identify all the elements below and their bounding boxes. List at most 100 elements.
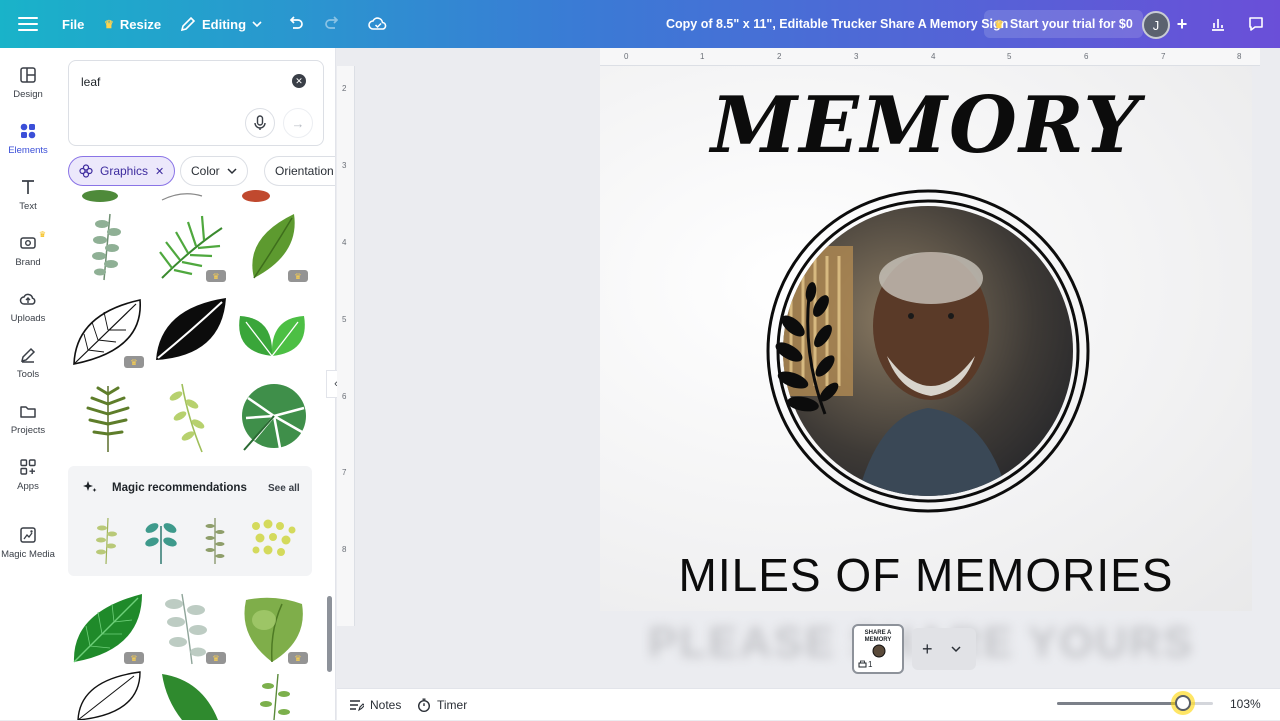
portrait-photo [783,206,1073,496]
search-input[interactable] [81,73,281,91]
add-page-button[interactable]: + [912,628,976,670]
result-item[interactable] [200,514,230,566]
search-box: ✕ → [68,60,324,146]
result-item[interactable] [90,514,124,566]
result-item[interactable] [142,514,180,566]
cloud-upload-icon [19,293,36,305]
rail-item-apps[interactable]: Apps [0,450,56,500]
rail-item-projects[interactable]: Projects [0,394,56,444]
bottom-bar: Notes Timer 103% [337,688,1280,720]
undo-icon [289,16,303,29]
crown-icon: ♛ [994,18,1004,31]
light-green-sprig-icon [169,383,205,453]
result-item[interactable]: ♛ [152,590,228,666]
voice-search-button[interactable] [245,108,275,138]
result-item[interactable]: ♛ [234,208,310,284]
submit-search-button[interactable]: → [283,108,313,138]
document-title[interactable]: Copy of 8.5" x 11", Editable Trucker Sha… [666,0,1008,48]
result-item[interactable]: ♛ [70,590,146,666]
result-item[interactable]: ♛ [152,208,228,284]
design-page[interactable]: MEMORY MILES OF MEMORIES [600,66,1252,611]
arrow-right-icon: → [291,115,305,131]
result-item[interactable] [152,378,228,454]
rail-item-design[interactable]: Design [0,58,56,108]
search-results: ♛ ♛ ♛ Magic recommendations See all ♛ ♛ … [56,190,335,720]
result-item[interactable] [152,670,228,720]
result-item[interactable] [234,160,310,202]
result-item[interactable] [70,160,146,202]
page-subtitle[interactable]: MILES OF MEMORIES [600,548,1252,602]
sparkle-icon [83,481,97,492]
resize-button[interactable]: ♛ Resize [104,0,161,48]
start-trial-button[interactable]: ♛ Start your trial for $0 [984,10,1143,38]
page-title[interactable]: MEMORY [600,80,1252,171]
see-all-link[interactable]: See all [268,483,300,494]
result-item[interactable] [152,294,228,370]
zoom-slider-handle[interactable] [1175,695,1191,711]
zoom-slider-fill [1057,702,1183,705]
text-icon [22,180,34,194]
rail-item-magic-media[interactable]: Magic Media [0,518,56,568]
result-item[interactable] [234,670,310,720]
rail-item-elements[interactable]: Elements [0,114,56,164]
magic-media-icon [20,527,36,543]
result-item[interactable] [70,208,146,284]
result-item[interactable] [234,294,310,370]
result-item[interactable]: ♛ [70,294,146,370]
premium-badge: ♛ [206,270,226,282]
plus-icon: + [1176,13,1188,34]
menu-icon[interactable] [18,14,38,34]
result-item[interactable] [70,378,146,454]
left-rail: Design Elements Text ♛ Brand Uploads Too… [0,48,56,720]
premium-badge: ♛ [288,270,308,282]
result-item[interactable]: ♛ [234,590,310,666]
pencil-icon [180,16,196,32]
avatar[interactable]: J [1142,11,1170,39]
timer-button[interactable]: Timer [417,689,467,721]
elements-panel: ✕ → Graphics ✕ Color Orientation ♛ [56,48,336,720]
photo-frame[interactable] [763,186,1093,516]
ruler-top: 0 1 2 3 4 5 6 7 8 [600,48,1260,66]
folder-icon [20,406,36,418]
page-thumbnail[interactable]: SHARE A MEMORY 1 [852,624,904,674]
premium-badge: ♛ [206,652,226,664]
rail-item-brand[interactable]: ♛ Brand [0,226,56,276]
bar-chart-icon [1212,19,1224,31]
rail-item-text[interactable]: Text [0,170,56,220]
file-menu[interactable]: File [62,0,84,48]
insights-button[interactable] [1206,12,1230,36]
save-status-button[interactable] [366,12,390,36]
zoom-slider[interactable] [1057,695,1213,711]
crown-icon: ♛ [104,18,114,31]
result-item[interactable] [152,160,228,202]
cloud-check-icon [368,17,387,30]
premium-badge: ♛ [124,356,144,368]
eucalyptus-leaf-icon [92,213,121,281]
plus-icon: + [922,638,933,659]
rail-item-tools[interactable]: Tools [0,338,56,388]
magic-recommendations: Magic recommendations See all [68,466,312,576]
editing-dropdown[interactable]: Editing [180,0,262,48]
crown-icon: ♛ [38,230,46,239]
layout-icon [20,67,36,83]
rail-item-uploads[interactable]: Uploads [0,282,56,332]
result-item[interactable] [70,670,146,720]
clear-search-button[interactable]: ✕ [292,74,306,88]
redo-button[interactable] [320,12,344,36]
comments-button[interactable] [1244,12,1268,36]
fern-leaf-icon [86,386,130,452]
result-item[interactable] [248,516,300,562]
panel-scrollbar[interactable] [327,596,332,672]
chevron-down-icon [252,21,262,28]
black-leaf-icon [156,298,226,360]
share-plus-button[interactable]: + [1170,12,1194,36]
result-item[interactable] [234,378,310,454]
apps-icon [20,459,36,475]
monstera-leaf-icon [242,384,306,451]
notes-button[interactable]: Notes [349,689,401,721]
pen-icon [20,347,36,363]
comment-icon [1249,17,1263,31]
zoom-level[interactable]: 103% [1230,697,1261,711]
undo-button[interactable] [284,12,308,36]
timer-icon [418,698,430,712]
